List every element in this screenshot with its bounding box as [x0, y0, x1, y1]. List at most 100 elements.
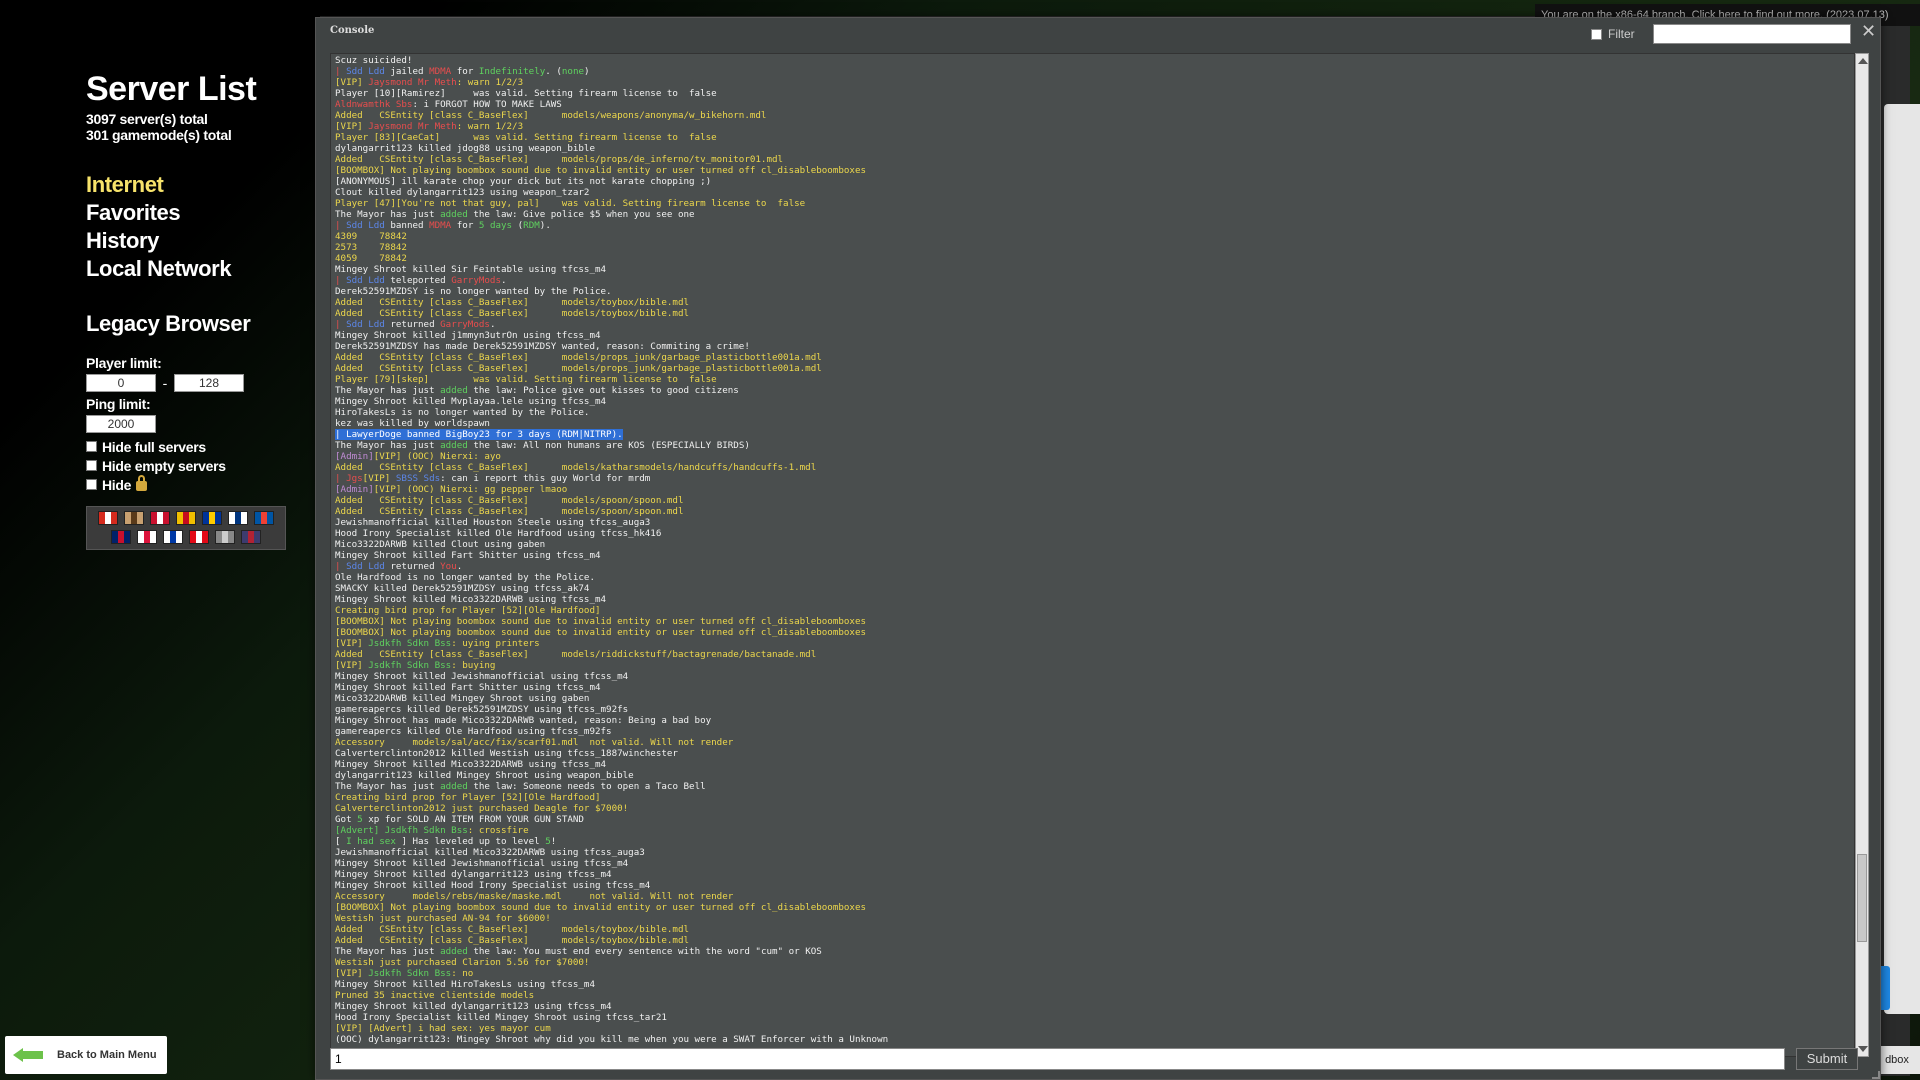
console-line: [VIP] Jsdkfh Sdkn Bss: uying printers	[335, 638, 1850, 649]
nav-local-network[interactable]: Local Network	[86, 255, 296, 283]
console-line-segment: Added CSEntity [class C_BaseFlex] models…	[335, 352, 822, 363]
console-line: Westish just purchased Clarion 5.56 for …	[335, 957, 1850, 968]
console-line-segment: [ANONYMOUS] ill karate chop your dick bu…	[335, 176, 712, 187]
console-line: Mingey Shroot killed HiroTakesLs using t…	[335, 979, 1850, 990]
scroll-thumb[interactable]	[1857, 854, 1867, 942]
hide-full-row[interactable]: Hide full servers	[86, 437, 296, 456]
console-line-segment: Indefinitely	[478, 66, 546, 77]
console-line: Added CSEntity [class C_BaseFlex] models…	[335, 297, 1850, 308]
language-flag-icon[interactable]	[98, 511, 118, 525]
console-line-segment: gamereapercs killed Ole Hardfood using t…	[335, 726, 612, 737]
console-line: | Sdd Ldd returned GarryMods.	[335, 319, 1850, 330]
console-line-segment: added	[440, 209, 468, 220]
console-line-segment: You	[440, 561, 457, 572]
console-line: Ole Hardfood is no longer wanted by the …	[335, 572, 1850, 583]
console-line-segment: GarryMods	[440, 319, 490, 330]
hide-locked-checkbox[interactable]	[86, 479, 97, 490]
language-flag-icon[interactable]	[176, 511, 196, 525]
language-flag-icon[interactable]	[189, 530, 209, 544]
console-line-segment: banned	[384, 220, 430, 231]
console-line-segment: [VIP]	[335, 77, 369, 88]
close-icon[interactable]: ✕	[1861, 22, 1876, 40]
console-line-segment: Hood Irony Specialist killed Mingey Shro…	[335, 1012, 667, 1023]
hide-empty-checkbox[interactable]	[86, 460, 97, 471]
console-line: [ I had sex ] Has leveled up to level 5!	[335, 836, 1850, 847]
console-line-segment: MDMA	[429, 66, 452, 77]
server-list-sidebar: Server List 3097 server(s) total 301 gam…	[86, 70, 296, 550]
console-line-segment: Player [10][Ramirez] was valid. Setting …	[335, 88, 717, 99]
console-line: Added CSEntity [class C_BaseFlex] models…	[335, 649, 1850, 660]
console-line: gamereapercs killed Ole Hardfood using t…	[335, 726, 1850, 737]
language-flag-icon[interactable]	[150, 511, 170, 525]
language-flag-icon[interactable]	[215, 530, 235, 544]
nav-history[interactable]: History	[86, 227, 296, 255]
language-flag-icon[interactable]	[124, 511, 144, 525]
console-line-segment: [BOOMBOX] Not playing boombox sound due …	[335, 627, 867, 638]
language-flag-icon[interactable]	[163, 530, 183, 544]
console-line-segment: Mico3322DARWB killed Clout using gaben	[335, 539, 546, 550]
console-line-segment: |	[335, 220, 347, 231]
submit-button[interactable]: Submit	[1796, 1048, 1858, 1070]
console-scrollbar[interactable]	[1855, 53, 1869, 1057]
nav-favorites[interactable]: Favorites	[86, 199, 296, 227]
console-line: Added CSEntity [class C_BaseFlex] models…	[335, 154, 1850, 165]
console-log[interactable]: Scuz suicided! | Sdd Ldd jailed MDMA for …	[330, 53, 1855, 1057]
console-line-segment: Sdd Ldd	[346, 319, 385, 330]
console-line-segment: Jaysmond Mr Meth	[368, 121, 457, 132]
console-line: The Mayor has just added the law: Someon…	[335, 781, 1850, 792]
console-line-segment: Added CSEntity [class C_BaseFlex] models…	[335, 649, 817, 660]
resize-grip-icon[interactable]	[1872, 1071, 1880, 1079]
console-line-segment: [BOOMBOX] Not playing boombox sound due …	[335, 165, 867, 176]
filter-input[interactable]	[1653, 24, 1851, 44]
console-line: The Mayor has just added the law: Give p…	[335, 209, 1850, 220]
console-line: [BOOMBOX] Not playing boombox sound due …	[335, 616, 1850, 627]
back-to-main-menu-button[interactable]: Back to Main Menu	[5, 1036, 167, 1074]
console-line: Mingey Shroot has made Mico3322DARWB wan…	[335, 715, 1850, 726]
console-line-segment: Westish just purchased Clarion 5.56 for …	[335, 957, 590, 968]
console-line-segment: Added CSEntity [class C_BaseFlex] models…	[335, 506, 684, 517]
scroll-down-icon[interactable]	[1858, 1046, 1868, 1052]
player-limit-min-input[interactable]	[86, 374, 156, 392]
player-limit-max-input[interactable]	[174, 374, 244, 392]
nav-internet[interactable]: Internet	[86, 171, 296, 199]
filter-checkbox[interactable]	[1591, 29, 1602, 40]
console-line: Got 5 xp for SOLD AN ITEM FROM YOUR GUN …	[335, 814, 1850, 825]
console-line-segment: GarryMods	[451, 275, 501, 286]
console-line-segment: Jsdkfh Sdkn Bss	[368, 660, 452, 671]
scroll-up-icon[interactable]	[1858, 58, 1868, 64]
console-line: Player [83][CaeCat] was valid. Setting f…	[335, 132, 1850, 143]
console-line-segment: : buying	[451, 660, 496, 671]
language-flag-icon[interactable]	[254, 511, 274, 525]
console-header[interactable]: Console Filter ✕	[316, 18, 1880, 48]
console-line: Mingey Shroot killed Jewishmanofficial u…	[335, 858, 1850, 869]
language-flag-icon[interactable]	[241, 530, 261, 544]
console-line-segment: (OOC) dylangarrit123: Mingey Shroot why …	[335, 1034, 889, 1045]
console-line-segment: kez was killed by worldspawn	[335, 418, 490, 429]
console-line: Added CSEntity [class C_BaseFlex] models…	[335, 495, 1850, 506]
console-line-segment: the law: Police give out kisses to good …	[467, 385, 739, 396]
console-line-segment: jailed	[384, 66, 430, 77]
language-flag-icon[interactable]	[111, 530, 131, 544]
console-line-segment: Added CSEntity [class C_BaseFlex] models…	[335, 363, 822, 374]
hide-empty-row[interactable]: Hide empty servers	[86, 456, 296, 475]
filter-label: Filter	[1608, 27, 1635, 41]
hide-locked-row[interactable]: Hide	[86, 474, 296, 494]
hide-full-checkbox[interactable]	[86, 441, 97, 452]
console-line-segment: Mingey Shroot killed Fart Shitter using …	[335, 682, 601, 693]
language-flag-icon[interactable]	[137, 530, 157, 544]
console-line-segment: Added CSEntity [class C_BaseFlex] models…	[335, 154, 784, 165]
console-line-segment: [VIP] [Advert] i had sex: yes mayor cum	[335, 1023, 551, 1034]
console-command-input[interactable]	[330, 1048, 1785, 1070]
console-line-segment: returned	[384, 561, 441, 572]
console-line-segment: Player [83][CaeCat] was valid. Setting f…	[335, 132, 717, 143]
language-flag-icon[interactable]	[202, 511, 222, 525]
console-line: Aldnwamthk Sbs: i FORGOT HOW TO MAKE LAW…	[335, 99, 1850, 110]
console-line-segment: Derek52591MZDSY has made Derek52591MZDSY…	[335, 341, 750, 352]
nav-legacy-browser[interactable]: Legacy Browser	[86, 311, 296, 337]
back-to-main-menu-label: Back to Main Menu	[57, 1049, 157, 1061]
console-line-segment: Aldnwamthk Sbs	[335, 99, 413, 110]
language-flag-icon[interactable]	[228, 511, 248, 525]
console-line-segment: Jewishmanofficial killed Mico3322DARWB u…	[335, 847, 645, 858]
console-line-segment: MDMA	[429, 220, 452, 231]
ping-limit-input[interactable]	[86, 415, 156, 433]
